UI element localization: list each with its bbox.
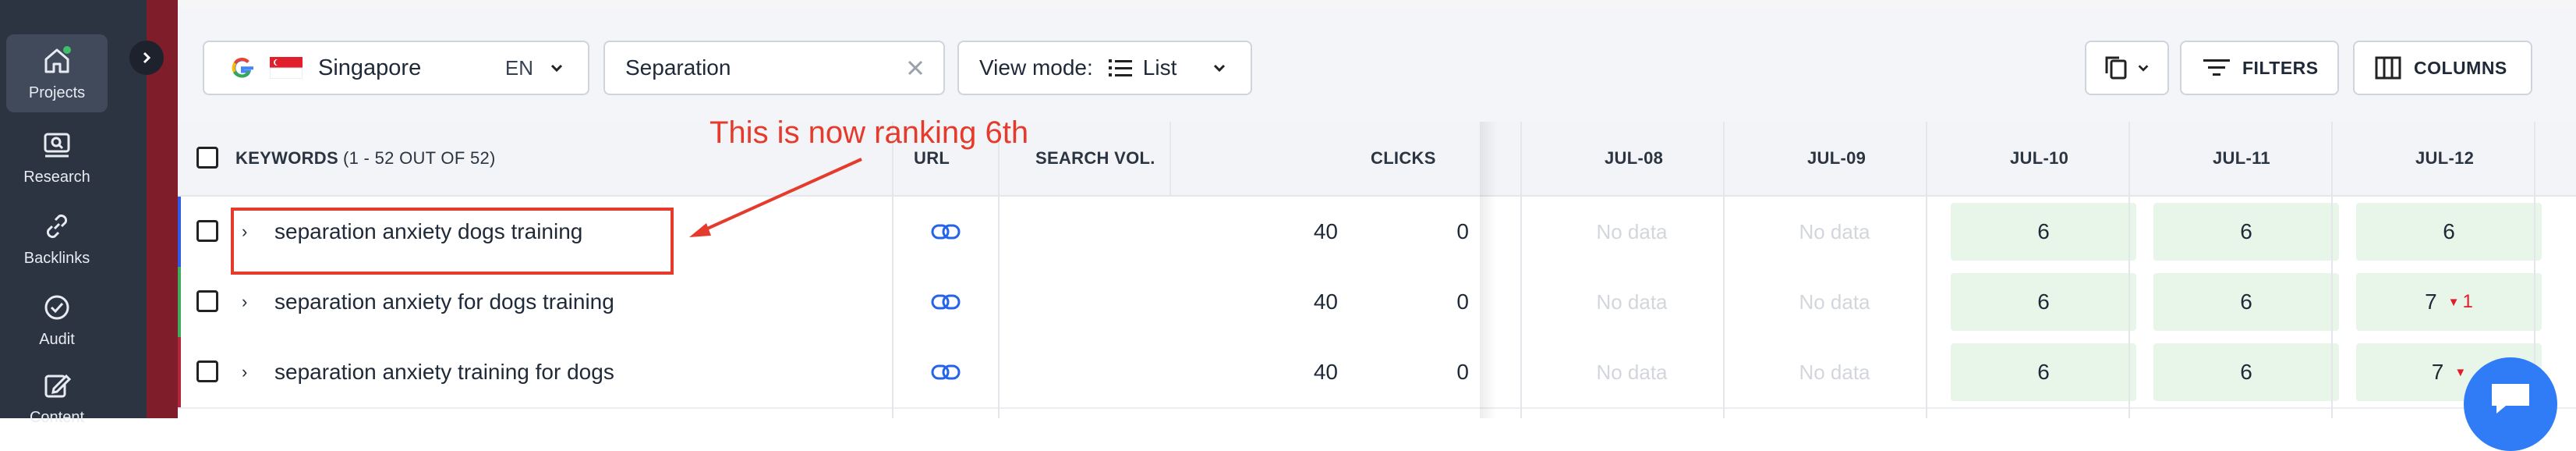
chat-support-button[interactable]: [2464, 357, 2557, 451]
collapse-sidebar-button[interactable]: [129, 41, 164, 75]
annotation-arrow: [689, 158, 862, 237]
chat-icon: [2492, 384, 2529, 414]
chevron-right-icon: [143, 51, 151, 64]
